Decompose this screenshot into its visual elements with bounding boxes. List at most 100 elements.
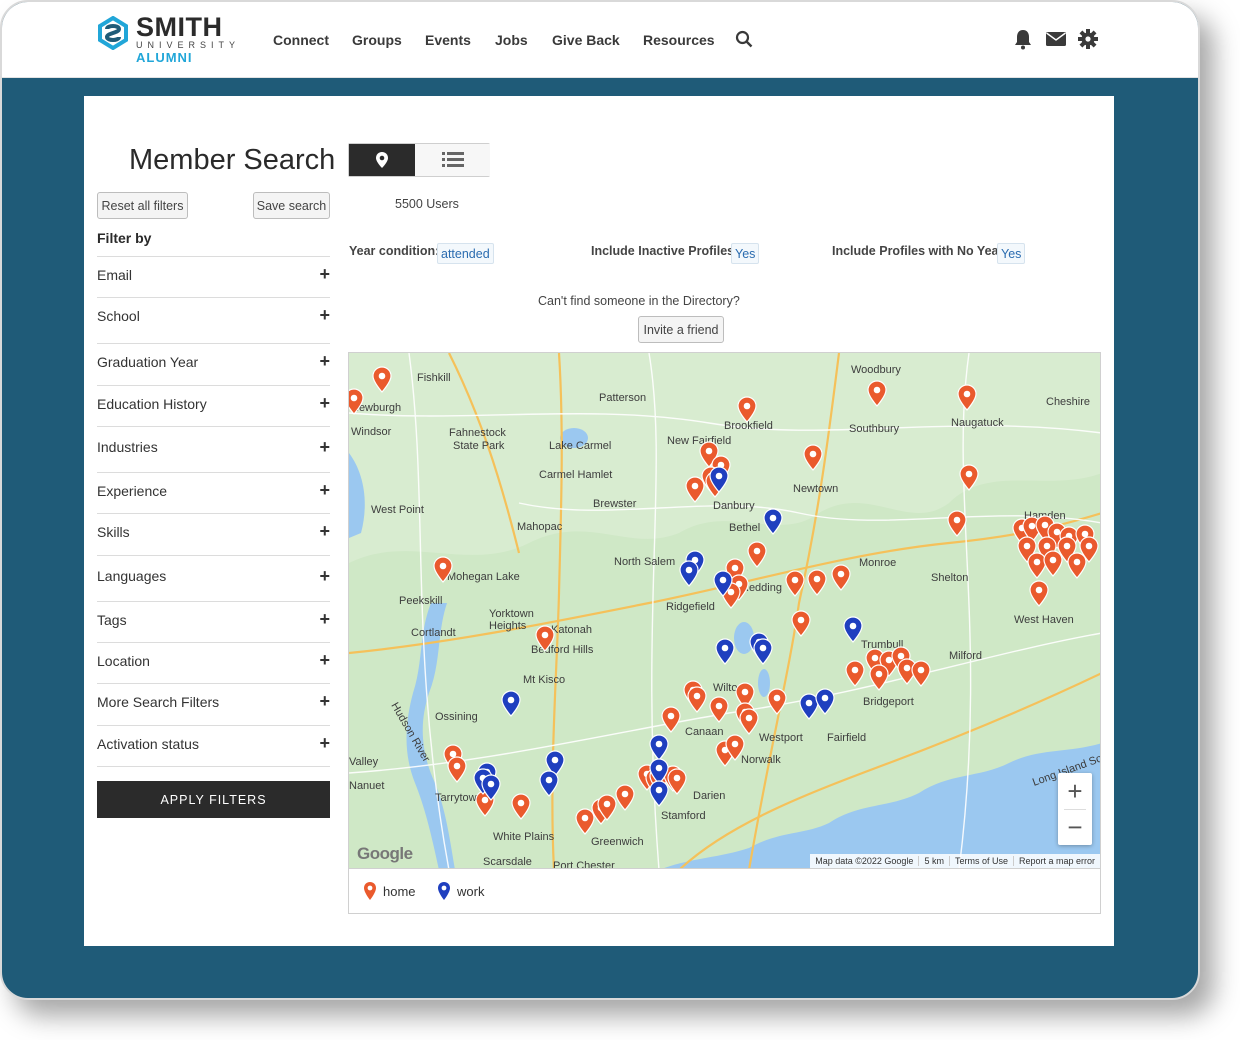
map-pin-icon [376, 152, 388, 168]
place-label: Katonah [551, 624, 592, 636]
place-label: Ridgefield [666, 601, 715, 613]
expand-plus-icon[interactable]: + [319, 733, 330, 754]
place-label: Danbury [713, 500, 755, 512]
mail-icon[interactable] [1045, 28, 1067, 50]
filter-label: More Search Filters [97, 693, 220, 710]
map-canvas[interactable]: Woodbury Cheshire Fishkill Patterson Southbu… [349, 353, 1101, 869]
settings-gear-icon[interactable] [1077, 28, 1099, 50]
expand-plus-icon[interactable]: + [319, 521, 330, 542]
filter-label: Location [97, 652, 150, 669]
expand-plus-icon[interactable]: + [319, 393, 330, 414]
expand-plus-icon[interactable]: + [319, 264, 330, 285]
expand-plus-icon[interactable]: + [319, 305, 330, 326]
place-label: Nanuet [349, 780, 384, 792]
expand-plus-icon[interactable]: + [319, 609, 330, 630]
filter-label: Experience [97, 482, 168, 499]
place-label: Newtown [793, 483, 838, 495]
cant-find-text: Can't find someone in the Directory? [538, 294, 740, 308]
top-navigation: SMITH UNIVERSITY ALUMNI Connect Groups E… [2, 2, 1198, 78]
nav-jobs[interactable]: Jobs [495, 32, 528, 48]
place-label: State Park [453, 440, 505, 452]
expand-plus-icon[interactable]: + [319, 480, 330, 501]
place-label: North Salem [614, 556, 675, 568]
place-label: Valley [349, 756, 379, 768]
reset-filters-button[interactable]: Reset all filters [97, 192, 188, 219]
filter-graduation-year[interactable]: Graduation Year + [97, 343, 330, 379]
filter-languages[interactable]: Languages + [97, 555, 330, 596]
place-label: Darien [693, 790, 725, 802]
home-pin-icon [364, 882, 376, 900]
filter-label: Graduation Year [97, 353, 199, 370]
inactive-profiles-label: Include Inactive Profiles: [591, 244, 739, 258]
notification-bell-icon[interactable] [1012, 28, 1034, 50]
zoom-in-button[interactable]: + [1058, 773, 1092, 809]
nav-events[interactable]: Events [425, 32, 471, 48]
google-logo: Google [357, 844, 413, 863]
place-label: Yorktown [489, 608, 534, 620]
place-label: White Plains [493, 831, 555, 843]
save-search-button[interactable]: Save search [253, 192, 330, 219]
filter-more-search-filters[interactable]: More Search Filters + [97, 683, 330, 719]
user-count: 5500 Users [395, 197, 459, 211]
nav-resources[interactable]: Resources [643, 32, 715, 48]
place-label: Brewster [593, 498, 637, 510]
zoom-out-button[interactable]: − [1058, 809, 1092, 845]
filter-industries[interactable]: Industries + [97, 426, 330, 467]
report-error-link[interactable]: Report a map error [1012, 856, 1100, 866]
legend-work: work [437, 881, 484, 901]
place-label: Brookfield [724, 420, 773, 432]
inactive-profiles-value[interactable]: Yes [731, 243, 760, 264]
place-label: Shelton [931, 572, 968, 584]
place-label: Fairfield [827, 732, 866, 744]
lake [758, 669, 770, 697]
filter-label: Industries [97, 439, 158, 455]
place-label: Mahopac [517, 521, 563, 533]
filter-activation-status[interactable]: Activation status + [97, 725, 330, 761]
place-label: Scarsdale [483, 856, 532, 868]
apply-filters-button[interactable]: APPLY FILTERS [97, 781, 330, 818]
no-year-profiles-value[interactable]: Yes [997, 243, 1026, 264]
place-label: Mt Kisco [523, 674, 565, 686]
place-label: Lake Carmel [549, 440, 611, 452]
expand-plus-icon[interactable]: + [319, 566, 330, 587]
filter-tags[interactable]: Tags + [97, 601, 330, 637]
place-label: Bridgeport [863, 696, 914, 708]
map-data-credit: Map data ©2022 Google [815, 856, 914, 866]
nav-connect[interactable]: Connect [273, 32, 329, 48]
filter-divider [97, 766, 330, 767]
map-legend: home work [348, 869, 1101, 914]
place-label: Monroe [859, 557, 896, 569]
legend-home-label: home [383, 883, 416, 899]
brand-logo[interactable]: SMITH UNIVERSITY ALUMNI [96, 12, 236, 66]
filter-email[interactable]: Email + [97, 256, 330, 292]
year-condition-value[interactable]: attended [437, 243, 494, 264]
page-title: Member Search [129, 144, 336, 176]
filter-education-history[interactable]: Education History + [97, 385, 330, 421]
filter-school[interactable]: School + [97, 297, 330, 333]
search-icon[interactable] [735, 30, 753, 48]
member-map[interactable]: Woodbury Cheshire Fishkill Patterson Southbu… [348, 352, 1101, 869]
nav-groups[interactable]: Groups [352, 32, 402, 48]
invite-friend-button[interactable]: Invite a friend [638, 316, 724, 343]
no-year-profiles-label: Include Profiles with No Year: [832, 244, 1008, 258]
nav-give-back[interactable]: Give Back [552, 32, 620, 48]
place-label: Canaan [685, 726, 724, 738]
filter-label: Activation status [97, 735, 199, 752]
expand-plus-icon[interactable]: + [319, 691, 330, 712]
map-view-button[interactable] [349, 144, 415, 176]
filter-label: School [97, 307, 140, 324]
view-toggle [348, 143, 490, 177]
expand-plus-icon[interactable]: + [319, 351, 330, 372]
legend-home: home [363, 881, 416, 901]
expand-plus-icon[interactable]: + [319, 437, 330, 458]
filter-location[interactable]: Location + [97, 642, 330, 678]
place-label: New Fairfield [667, 435, 731, 447]
filter-experience[interactable]: Experience + [97, 472, 330, 508]
terms-link[interactable]: Terms of Use [948, 856, 1013, 866]
expand-plus-icon[interactable]: + [319, 650, 330, 671]
place-label: Mohegan Lake [447, 571, 520, 583]
list-view-button[interactable] [415, 144, 490, 176]
filter-skills[interactable]: Skills + [97, 513, 330, 549]
place-label: Bethel [729, 522, 760, 534]
filter-label: Skills [97, 523, 130, 540]
